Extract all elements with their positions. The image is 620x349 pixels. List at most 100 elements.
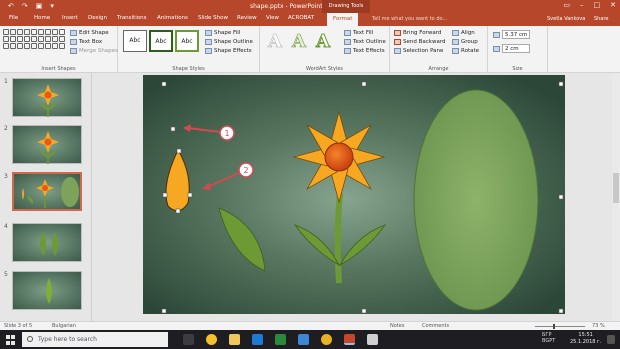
green-ellipse-shape[interactable] bbox=[413, 89, 539, 311]
app-icon[interactable] bbox=[275, 334, 286, 345]
tab-transitions[interactable]: Transitions bbox=[117, 15, 146, 21]
close-button[interactable]: ✕ bbox=[610, 1, 616, 9]
slide-thumbnail-pane: 1 2 3 4 5 bbox=[0, 73, 92, 321]
customize-icon[interactable]: ▾ bbox=[50, 2, 54, 10]
group-label: Insert Shapes bbox=[41, 66, 76, 72]
vertical-scrollbar[interactable] bbox=[612, 73, 620, 321]
save-icon[interactable]: ↶ bbox=[8, 2, 14, 10]
shape-style-preset[interactable]: Abc bbox=[123, 30, 147, 52]
chrome-icon[interactable] bbox=[321, 334, 332, 345]
system-tray[interactable]: БГР BGPT bbox=[542, 332, 555, 344]
tab-acrobat[interactable]: ACROBAT bbox=[288, 15, 314, 21]
file-explorer-icon[interactable] bbox=[229, 334, 240, 345]
status-bar: Slide 3 of 5 Bulgarian Notes Comments 73… bbox=[0, 321, 620, 330]
wordart-preset[interactable]: A bbox=[312, 30, 334, 54]
tab-design[interactable]: Design bbox=[88, 15, 107, 21]
notes-button[interactable]: Notes bbox=[390, 323, 404, 329]
taskbar-search-box[interactable]: Type here to search bbox=[22, 332, 168, 347]
slide-thumbnail[interactable] bbox=[12, 78, 82, 117]
windows-taskbar: Type here to search БГР BGPT 15:51 25.1.… bbox=[0, 330, 620, 349]
height-input[interactable]: 5.37 cm bbox=[502, 30, 530, 39]
width-input[interactable]: 2 cm bbox=[502, 44, 530, 53]
zoom-slider-knob[interactable] bbox=[553, 324, 555, 329]
slide-thumbnail[interactable] bbox=[12, 271, 82, 310]
tab-file[interactable]: File bbox=[9, 15, 18, 21]
send-backward-button[interactable]: Send Backward bbox=[394, 39, 445, 45]
redo-icon[interactable]: ▣ bbox=[36, 2, 43, 10]
flower-center bbox=[324, 142, 354, 172]
tab-home[interactable]: Home bbox=[34, 15, 50, 21]
selection-pane-button[interactable]: Selection Pane bbox=[394, 48, 443, 54]
scrollbar-thumb[interactable] bbox=[613, 173, 619, 203]
ribbon-display-icon[interactable]: ▭ bbox=[563, 1, 570, 9]
shape-effects-button[interactable]: Shape Effects bbox=[205, 48, 252, 54]
text-box-button[interactable]: Text Box bbox=[70, 39, 102, 45]
shape-outline-button[interactable]: Shape Outline bbox=[205, 39, 253, 45]
slide-thumbnail-selected[interactable] bbox=[12, 172, 82, 211]
search-placeholder: Type here to search bbox=[38, 336, 97, 343]
shape-width: 2 cm bbox=[493, 44, 530, 53]
text-fill-button[interactable]: Text Fill bbox=[344, 30, 373, 36]
bring-forward-button[interactable]: Bring Forward bbox=[394, 30, 441, 36]
slide-number: 5 bbox=[4, 271, 8, 278]
group-arrange: Bring Forward Send Backward Selection Pa… bbox=[390, 26, 488, 73]
zoom-level[interactable]: 73 % bbox=[592, 323, 605, 329]
ribbon-tabs: File Home Insert Design Transitions Anim… bbox=[0, 13, 620, 26]
tab-insert[interactable]: Insert bbox=[62, 15, 78, 21]
maximize-button[interactable]: □ bbox=[594, 1, 601, 9]
slide-number: 2 bbox=[4, 125, 8, 132]
shape-style-preset[interactable]: Abc bbox=[175, 30, 199, 52]
shape-fill-button[interactable]: Shape Fill bbox=[205, 30, 240, 36]
slide-thumbnail[interactable] bbox=[12, 223, 82, 262]
tab-slide-show[interactable]: Slide Show bbox=[198, 15, 228, 21]
start-button[interactable] bbox=[6, 335, 16, 345]
align-button[interactable]: Align bbox=[452, 30, 475, 36]
group-insert-shapes: Edit Shape Text Box Merge Shapes Insert … bbox=[0, 26, 118, 73]
app-icon[interactable] bbox=[298, 334, 309, 345]
merge-shapes-icon bbox=[70, 48, 77, 54]
wordart-preset[interactable]: A bbox=[264, 30, 286, 54]
zoom-slider[interactable] bbox=[535, 324, 585, 329]
tab-format[interactable]: Format bbox=[327, 13, 359, 26]
title-bar: ↶ ↷ ▣ ▾ shape.pptx - PowerPoint Drawing … bbox=[0, 0, 620, 13]
powerpoint-icon[interactable] bbox=[344, 334, 355, 345]
edit-shape-button[interactable]: Edit Shape bbox=[70, 30, 109, 36]
edge-icon[interactable] bbox=[252, 334, 263, 345]
group-shape-styles: Abc Abc Abc Shape Fill Shape Outline Sha… bbox=[118, 26, 260, 73]
text-box-icon bbox=[70, 39, 77, 45]
taskbar-clock[interactable]: 15:51 25.1.2018 г. bbox=[570, 332, 601, 346]
task-view-icon[interactable] bbox=[183, 334, 194, 345]
minimize-button[interactable]: – bbox=[580, 1, 584, 9]
group-label: Arrange bbox=[428, 66, 449, 72]
app-icon[interactable] bbox=[367, 334, 378, 345]
flower-thumbnail-icon bbox=[22, 177, 79, 208]
tell-me-search[interactable]: Tell me what you want to do... bbox=[372, 16, 447, 22]
tab-animations[interactable]: Animations bbox=[157, 15, 188, 21]
tab-review[interactable]: Review bbox=[237, 15, 257, 21]
shape-style-preset[interactable]: Abc bbox=[149, 30, 173, 52]
shapes-gallery[interactable] bbox=[3, 29, 65, 49]
clock-date: 25.1.2018 г. bbox=[570, 339, 602, 345]
ribbon: Edit Shape Text Box Merge Shapes Insert … bbox=[0, 26, 620, 73]
group-button[interactable]: Group bbox=[452, 39, 478, 45]
input-language-alt[interactable]: BGPT bbox=[542, 338, 555, 344]
text-effects-button[interactable]: Text Effects bbox=[344, 48, 385, 54]
user-name[interactable]: Svetla Vankova bbox=[547, 16, 585, 22]
undo-icon[interactable]: ↷ bbox=[22, 2, 28, 10]
flower-thumbnail-icon bbox=[37, 131, 59, 164]
window-controls: ▭ – □ ✕ bbox=[563, 1, 616, 9]
share-button[interactable]: Share bbox=[594, 16, 608, 22]
drawing-tools-label: Drawing Tools bbox=[322, 0, 370, 13]
text-outline-button[interactable]: Text Outline bbox=[344, 39, 386, 45]
rotate-icon bbox=[452, 48, 459, 54]
notifications-icon[interactable] bbox=[607, 335, 615, 344]
text-outline-icon bbox=[344, 39, 351, 45]
chrome-icon[interactable] bbox=[206, 334, 217, 345]
slide-thumbnail[interactable] bbox=[12, 125, 82, 164]
language-indicator[interactable]: Bulgarian bbox=[52, 323, 76, 329]
slide-canvas[interactable]: 1 2 bbox=[143, 75, 565, 314]
tab-view[interactable]: View bbox=[266, 15, 279, 21]
rotate-button[interactable]: Rotate bbox=[452, 48, 479, 54]
wordart-preset[interactable]: A bbox=[288, 30, 310, 54]
comments-button[interactable]: Comments bbox=[422, 323, 449, 329]
